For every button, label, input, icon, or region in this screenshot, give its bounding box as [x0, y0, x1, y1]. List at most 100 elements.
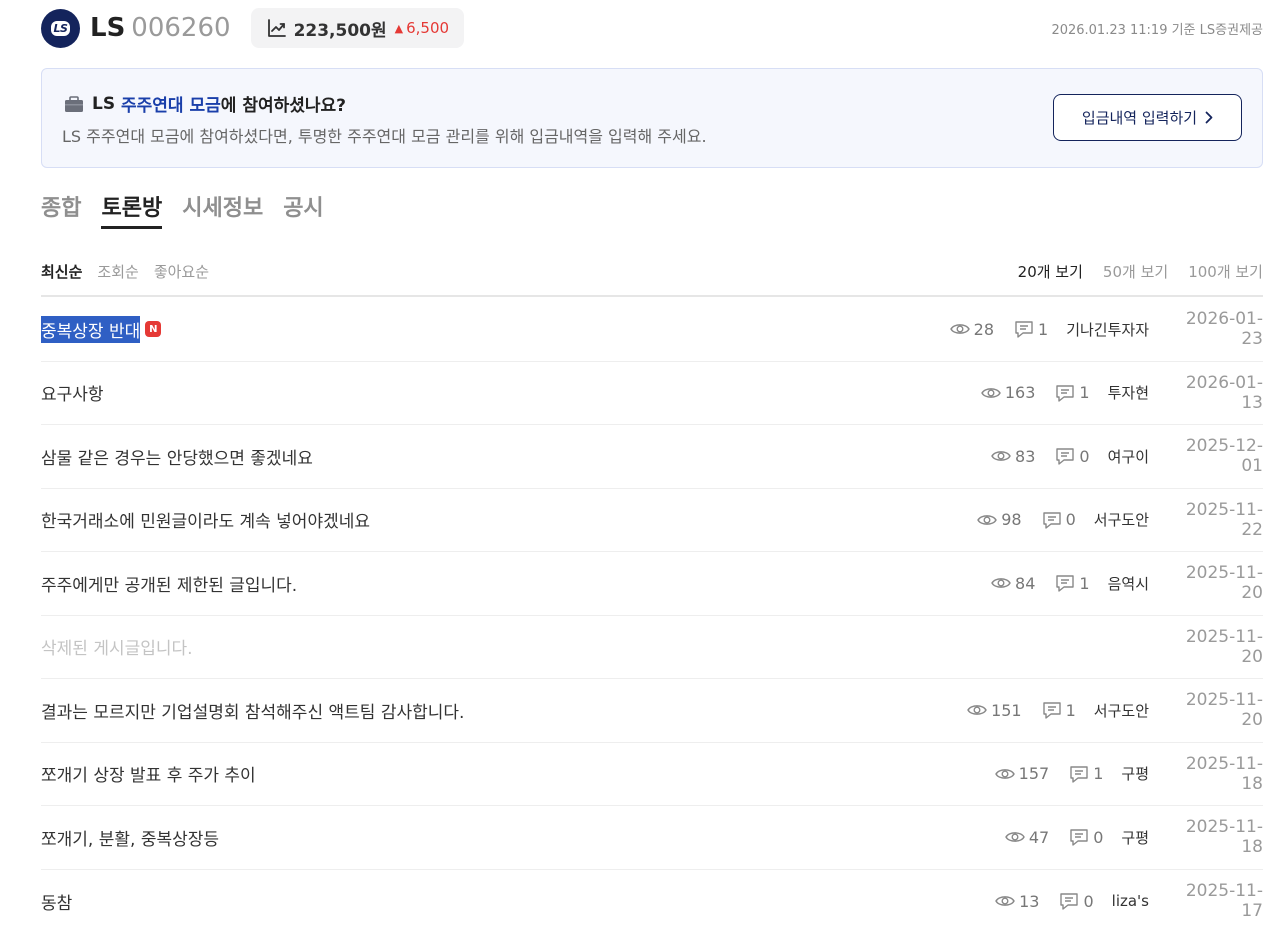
post-title[interactable]: 쪼개기 상장 발표 후 주가 추이 — [41, 761, 256, 786]
post-author[interactable]: 서구도안 — [1094, 700, 1149, 721]
post-meta: 84 1 음역시 2025-11-20 — [991, 563, 1263, 603]
post-author[interactable]: 구평 — [1121, 763, 1149, 784]
stock-code: 006260 — [131, 13, 231, 43]
tab-market-info[interactable]: 시세정보 — [182, 190, 263, 228]
post-meta: 13 0 liza's 2025-11-17 — [995, 881, 1263, 921]
list-item[interactable]: 쪼개기 상장 발표 후 주가 추이 157 1 구평 2025-11-18 — [41, 743, 1263, 806]
comment-count: 1 — [1055, 573, 1090, 593]
post-title[interactable]: 요구사항 — [41, 380, 104, 405]
enter-deposit-button[interactable]: 입금내역 입력하기 — [1053, 94, 1242, 141]
price-chip: 223,500원 ▲ 6,500 — [250, 8, 465, 48]
comment-icon — [1070, 829, 1088, 846]
view-count: 47 — [1005, 828, 1049, 847]
up-arrow-icon: ▲ — [394, 21, 404, 35]
list-item[interactable]: 삼물 같은 경우는 안당했으면 좋겠네요 83 0 여구이 2025-12-01 — [41, 425, 1263, 489]
post-author[interactable]: 구평 — [1121, 827, 1149, 848]
banner-title-highlight: 주주연대 모금 — [121, 96, 221, 116]
post-title[interactable]: 결과는 모르지만 기업설명회 참석해주신 액트팀 감사합니다. — [41, 698, 464, 723]
post-meta: 98 0 서구도안 2025-11-22 — [977, 500, 1263, 540]
stock-header: LS LS 006260 223,500원 ▲ 6,500 2026.01.23… — [41, 7, 1263, 49]
page-size-100[interactable]: 100개 보기 — [1188, 261, 1263, 282]
post-meta: 163 1 투자현 2026-01-13 — [981, 373, 1263, 413]
page-size-50[interactable]: 50개 보기 — [1103, 261, 1168, 282]
comment-count-value: 0 — [1093, 827, 1104, 847]
sort-likes[interactable]: 좋아요순 — [154, 261, 209, 282]
eye-icon — [991, 451, 1011, 462]
chevron-right-icon — [1205, 111, 1213, 124]
view-count: 98 — [977, 510, 1022, 530]
comment-count-value: 0 — [1079, 446, 1090, 466]
post-author[interactable]: 음역시 — [1108, 573, 1149, 594]
post-title[interactable]: 한국거래소에 민원글이라도 계속 넣어야겠네요 — [41, 507, 370, 532]
comment-count-value: 0 — [1083, 891, 1094, 911]
company-logo: LS — [41, 8, 80, 48]
comment-count-value: 1 — [1079, 573, 1090, 593]
post-meta: 83 0 여구이 2025-12-01 — [991, 436, 1263, 476]
post-title[interactable]: 주주에게만 공개된 제한된 글입니다. — [41, 571, 297, 596]
divider — [41, 295, 1263, 297]
list-item[interactable]: 한국거래소에 민원글이라도 계속 넣어야겠네요 98 0 서구도안 2025-1… — [41, 489, 1263, 552]
post-date: 2025-11-22 — [1185, 499, 1263, 540]
post-list: 중복상장 반대 N 28 1 기나긴투자자 2026-01-23 요구사항 16… — [41, 298, 1263, 925]
comment-count: 1 — [1014, 320, 1048, 339]
price-change: 6,500 — [406, 19, 450, 37]
post-date: 2025-11-20 — [1185, 626, 1263, 667]
post-author[interactable]: 투자현 — [1108, 382, 1149, 403]
post-title[interactable]: 동참 — [41, 889, 72, 914]
page-size-20[interactable]: 20개 보기 — [1018, 261, 1083, 282]
post-title[interactable]: 삼물 같은 경우는 안당했으면 좋겠네요 — [41, 444, 313, 469]
list-item[interactable]: 결과는 모르지만 기업설명회 참석해주신 액트팀 감사합니다. 151 1 서구… — [41, 679, 1263, 743]
post-title-text: 중복상장 반대 — [41, 315, 141, 343]
view-count-value: 47 — [1028, 827, 1050, 847]
current-price: 223,500원 — [293, 20, 387, 41]
banner-description: LS 주주연대 모금에 참여하셨다면, 투명한 주주연대 모금 관리를 위해 입… — [62, 127, 707, 146]
eye-icon — [994, 768, 1015, 779]
view-count-value: 83 — [1015, 446, 1036, 466]
fundraising-banner: LS 주주연대 모금 에 참여하셨나요? LS 주주연대 모금에 참여하셨다면, … — [41, 68, 1263, 168]
sort-views[interactable]: 조회순 — [97, 261, 138, 282]
post-author[interactable]: 서구도안 — [1094, 509, 1149, 530]
tab-disclosure[interactable]: 공시 — [283, 190, 323, 228]
sort-bar: 최신순 조회순 좋아요순 20개 보기 50개 보기 100개 보기 — [41, 260, 1263, 282]
post-meta: 28 1 기나긴투자자 2026-01-23 — [949, 309, 1263, 349]
logo-text: LS — [50, 20, 71, 36]
tab-discussion[interactable]: 토론방 — [101, 190, 162, 229]
new-badge: N — [145, 321, 162, 338]
comment-count: 0 — [1059, 891, 1094, 911]
view-count-value: 151 — [991, 700, 1022, 720]
list-item[interactable]: 쪼개기, 분활, 중복상장등 47 0 구평 2025-11-18 — [41, 806, 1263, 870]
post-title[interactable]: 쪼개기, 분활, 중복상장등 — [41, 825, 219, 850]
post-author[interactable]: 기나긴투자자 — [1066, 319, 1149, 340]
comment-count: 0 — [1042, 510, 1076, 529]
eye-icon — [967, 705, 987, 716]
page-size-selector: 20개 보기 50개 보기 100개 보기 — [1018, 261, 1263, 282]
view-count-value: 28 — [973, 319, 994, 339]
view-count: 28 — [949, 319, 994, 339]
comment-icon — [1042, 702, 1061, 719]
sort-latest[interactable]: 최신순 — [41, 261, 82, 282]
post-title[interactable]: 중복상장 반대 N — [41, 315, 162, 343]
view-count: 84 — [991, 574, 1035, 593]
eye-icon — [977, 514, 998, 525]
comment-icon — [1042, 512, 1061, 529]
view-count-value: 98 — [1001, 510, 1022, 530]
list-item[interactable]: 중복상장 반대 N 28 1 기나긴투자자 2026-01-23 — [41, 298, 1263, 362]
comment-count: 0 — [1055, 446, 1090, 466]
eye-icon — [1005, 832, 1025, 843]
list-item[interactable]: 요구사항 163 1 투자현 2026-01-13 — [41, 362, 1263, 425]
comment-count: 1 — [1042, 701, 1076, 720]
list-item[interactable]: 동참 13 0 liza's 2025-11-17 — [41, 870, 1263, 925]
view-count-value: 163 — [1004, 383, 1036, 403]
comment-icon — [1015, 321, 1033, 338]
list-item[interactable]: 주주에게만 공개된 제한된 글입니다. 84 1 음역시 2025-11-20 — [41, 552, 1263, 616]
comment-count-value: 1 — [1079, 383, 1090, 403]
comment-count-value: 1 — [1065, 700, 1076, 720]
post-meta: 151 1 서구도안 2025-11-20 — [967, 690, 1263, 730]
stock-name: LS — [90, 13, 126, 43]
post-author[interactable]: liza's — [1112, 892, 1149, 910]
comment-count: 1 — [1069, 764, 1103, 783]
eye-icon — [949, 324, 970, 335]
tab-summary[interactable]: 종합 — [41, 190, 81, 228]
eye-icon — [981, 387, 1001, 398]
post-author[interactable]: 여구이 — [1108, 446, 1149, 467]
